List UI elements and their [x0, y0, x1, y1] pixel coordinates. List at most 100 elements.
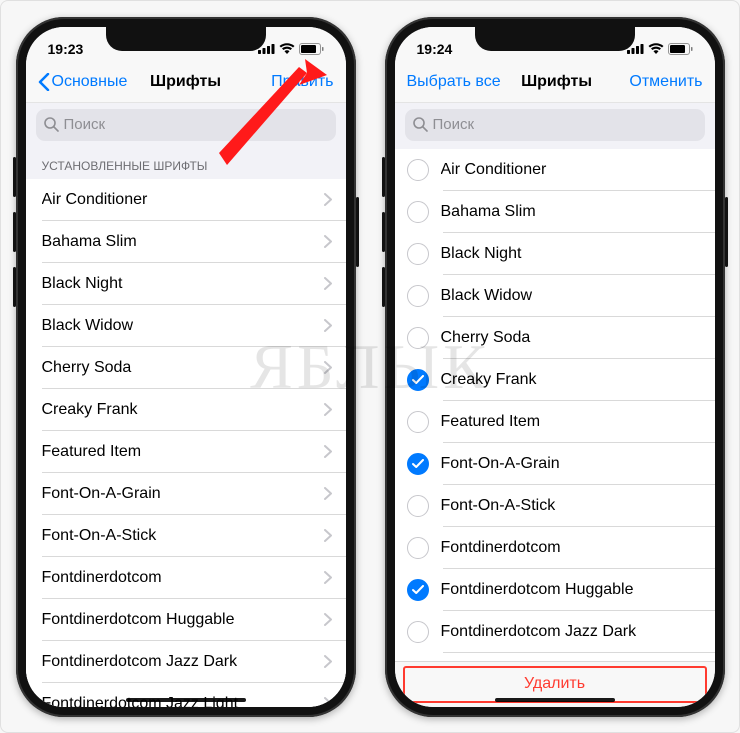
font-row-edit[interactable]: Black Night [395, 233, 715, 275]
search-placeholder: Поиск [64, 116, 106, 133]
font-name-label: Cherry Soda [42, 359, 324, 377]
edit-label: Править [271, 73, 333, 91]
chevron-right-icon [324, 403, 332, 416]
search-input[interactable]: Поиск [405, 109, 705, 141]
nav-bar: Основные Шрифты Править [26, 63, 346, 103]
font-name-label: Cherry Soda [441, 329, 701, 347]
font-row[interactable]: Black Widow [26, 305, 346, 347]
font-row[interactable]: Fontdinerdotcom Huggable [26, 599, 346, 641]
font-list[interactable]: Air Conditioner Bahama Slim Black Night Bla… [26, 179, 346, 707]
delete-button[interactable]: Удалить [524, 675, 585, 693]
font-name-label: Fontdinerdotcom Jazz Dark [42, 653, 324, 671]
font-row[interactable]: Bahama Slim [26, 221, 346, 263]
font-row-edit[interactable]: Creaky Frank [395, 359, 715, 401]
chevron-right-icon [324, 445, 332, 458]
selection-circle[interactable] [407, 579, 429, 601]
cancel-label: Отменить [629, 73, 702, 91]
phone-frame-left: 19:23 Основные Шрифты Править Поиск УСТА… [16, 17, 356, 717]
chevron-right-icon [324, 697, 332, 707]
font-row[interactable]: Air Conditioner [26, 179, 346, 221]
font-name-label: Black Widow [42, 317, 324, 335]
section-header: УСТАНОВЛЕННЫЕ ШРИФТЫ [26, 149, 346, 179]
font-row[interactable]: Font-On-A-Grain [26, 473, 346, 515]
search-placeholder: Поиск [433, 116, 475, 133]
selection-circle[interactable] [407, 159, 429, 181]
font-row-edit[interactable]: Cherry Soda [395, 317, 715, 359]
selection-circle[interactable] [407, 453, 429, 475]
chevron-right-icon [324, 613, 332, 626]
font-list-edit[interactable]: Air Conditioner Bahama Slim Black Night Bla… [395, 149, 715, 661]
screen-left: 19:23 Основные Шрифты Править Поиск УСТА… [26, 27, 346, 707]
wifi-icon [648, 43, 664, 54]
selection-circle[interactable] [407, 285, 429, 307]
selection-circle[interactable] [407, 537, 429, 559]
font-name-label: Fontdinerdotcom [441, 539, 701, 557]
font-row[interactable]: Fontdinerdotcom Jazz Dark [26, 641, 346, 683]
notch [475, 27, 635, 51]
selection-circle[interactable] [407, 495, 429, 517]
nav-bar: Выбрать все Шрифты Отменить [395, 63, 715, 103]
select-all-label: Выбрать все [407, 73, 501, 91]
search-input[interactable]: Поиск [36, 109, 336, 141]
search-icon [44, 117, 59, 132]
font-name-label: Featured Item [42, 443, 324, 461]
back-button[interactable]: Основные [38, 73, 128, 91]
search-icon [413, 117, 428, 132]
chevron-right-icon [324, 487, 332, 500]
chevron-right-icon [324, 361, 332, 374]
cancel-button[interactable]: Отменить [613, 73, 703, 91]
wifi-icon [279, 43, 295, 54]
font-row-edit[interactable]: Fontdinerdotcom Huggable [395, 569, 715, 611]
status-time: 19:24 [417, 41, 453, 57]
font-name-label: Air Conditioner [42, 191, 324, 209]
selection-circle[interactable] [407, 369, 429, 391]
font-row-edit[interactable]: Bahama Slim [395, 191, 715, 233]
home-indicator [495, 698, 615, 702]
font-name-label: Fontdinerdotcom Huggable [42, 611, 324, 629]
selection-circle[interactable] [407, 621, 429, 643]
chevron-right-icon [324, 655, 332, 668]
font-row[interactable]: Black Night [26, 263, 346, 305]
font-row-edit[interactable]: Featured Item [395, 401, 715, 443]
chevron-left-icon [38, 73, 50, 91]
chevron-right-icon [324, 193, 332, 206]
nav-title: Шрифты [128, 73, 244, 91]
font-name-label: Font-On-A-Stick [441, 497, 701, 515]
screen-right: 19:24 Выбрать все Шрифты Отменить Поиск … [395, 27, 715, 707]
font-name-label: Creaky Frank [42, 401, 324, 419]
font-name-label: Black Night [441, 245, 701, 263]
selection-circle[interactable] [407, 411, 429, 433]
chevron-right-icon [324, 319, 332, 332]
font-name-label: Black Night [42, 275, 324, 293]
selection-circle[interactable] [407, 201, 429, 223]
font-row-edit[interactable]: Fontdinerdotcom Jazz Dark [395, 611, 715, 653]
phone-frame-right: 19:24 Выбрать все Шрифты Отменить Поиск … [385, 17, 725, 717]
font-name-label: Fontdinerdotcom Jazz Dark [441, 623, 701, 641]
font-row-edit[interactable]: Font-On-A-Stick [395, 485, 715, 527]
font-name-label: Fontdinerdotcom Huggable [441, 581, 701, 599]
font-row-edit[interactable]: Font-On-A-Grain [395, 443, 715, 485]
font-name-label: Featured Item [441, 413, 701, 431]
font-name-label: Creaky Frank [441, 371, 701, 389]
edit-button[interactable]: Править [244, 73, 334, 91]
status-time: 19:23 [48, 41, 84, 57]
font-name-label: Bahama Slim [441, 203, 701, 221]
font-row-edit[interactable]: Air Conditioner [395, 149, 715, 191]
select-all-button[interactable]: Выбрать все [407, 73, 501, 91]
battery-icon [668, 43, 693, 55]
font-row[interactable]: Fontdinerdotcom Jazz Light [26, 683, 346, 707]
chevron-right-icon [324, 529, 332, 542]
font-row-edit[interactable]: Fontdinerdotcom [395, 527, 715, 569]
font-row-edit[interactable]: Black Widow [395, 275, 715, 317]
font-row-edit[interactable]: Fontdinerdotcom Jazz Light [395, 653, 715, 661]
font-row[interactable]: Fontdinerdotcom [26, 557, 346, 599]
font-row[interactable]: Creaky Frank [26, 389, 346, 431]
font-row[interactable]: Featured Item [26, 431, 346, 473]
font-row[interactable]: Font-On-A-Stick [26, 515, 346, 557]
battery-icon [299, 43, 324, 55]
font-name-label: Bahama Slim [42, 233, 324, 251]
font-name-label: Font-On-A-Grain [42, 485, 324, 503]
selection-circle[interactable] [407, 243, 429, 265]
selection-circle[interactable] [407, 327, 429, 349]
font-row[interactable]: Cherry Soda [26, 347, 346, 389]
